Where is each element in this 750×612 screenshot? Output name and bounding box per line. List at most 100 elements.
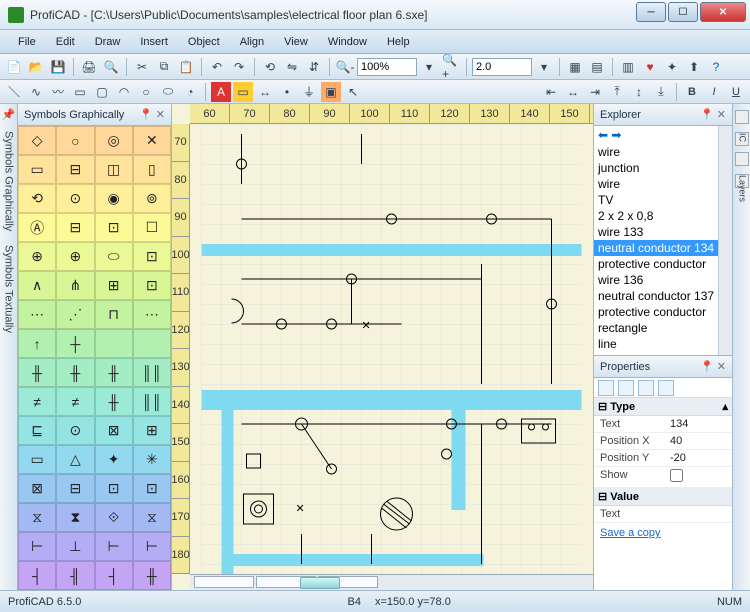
cut-icon[interactable]: ✂ bbox=[132, 57, 152, 77]
polyline-icon[interactable]: ∿ bbox=[26, 82, 46, 102]
prop-value[interactable]: -20 bbox=[666, 450, 732, 466]
dim-icon[interactable]: ↔ bbox=[255, 82, 275, 102]
list-item[interactable]: wire bbox=[594, 144, 732, 160]
menu-align[interactable]: Align bbox=[230, 32, 274, 52]
tab-ic[interactable]: IC bbox=[735, 132, 749, 146]
pin-icon[interactable]: 📌 bbox=[2, 108, 16, 121]
export-icon[interactable]: ⬆ bbox=[684, 57, 704, 77]
nav-arrows[interactable]: ⬅ ➡ bbox=[594, 126, 732, 144]
list-item[interactable]: protective conductor bbox=[594, 304, 732, 320]
prop-icon[interactable] bbox=[638, 380, 654, 396]
list-item-selected[interactable]: neutral conductor 134 bbox=[594, 240, 732, 256]
horizontal-scrollbar[interactable] bbox=[190, 574, 593, 590]
prop-checkbox[interactable] bbox=[666, 467, 732, 487]
ellipse-icon[interactable]: ⬭ bbox=[158, 82, 178, 102]
print-icon[interactable]: 🖨 bbox=[79, 57, 99, 77]
arc-icon[interactable]: ◠ bbox=[114, 82, 134, 102]
ground-icon[interactable]: ⏚ bbox=[299, 82, 319, 102]
label-icon[interactable]: ▭ bbox=[233, 82, 253, 102]
zoom-dropdown-icon[interactable]: ▾ bbox=[419, 57, 439, 77]
align-left-icon[interactable]: ⇤ bbox=[541, 82, 561, 102]
scroll-thumb[interactable] bbox=[300, 577, 340, 589]
palette-pin-icon[interactable]: 📍 bbox=[139, 108, 153, 121]
step-dropdown-icon[interactable]: ▾ bbox=[534, 57, 554, 77]
list-item[interactable]: junction bbox=[594, 160, 732, 176]
explorer-list[interactable]: ⬅ ➡ wire junction wire TV 2 x 2 x 0,8 wi… bbox=[594, 126, 732, 355]
prop-close-icon[interactable]: ✕ bbox=[717, 360, 726, 373]
under-icon[interactable]: U bbox=[726, 82, 746, 102]
curve-icon[interactable]: 〰 bbox=[48, 82, 68, 102]
list-item[interactable]: TV bbox=[594, 192, 732, 208]
menu-view[interactable]: View bbox=[274, 32, 318, 52]
align-top-icon[interactable]: ⤒ bbox=[607, 82, 627, 102]
redo-icon[interactable]: ↷ bbox=[229, 57, 249, 77]
pie-icon[interactable]: ◔ bbox=[180, 82, 200, 102]
undo-icon[interactable]: ↶ bbox=[207, 57, 227, 77]
tab-layers[interactable]: Layers bbox=[735, 174, 749, 188]
star-icon[interactable]: ✦ bbox=[662, 57, 682, 77]
flip-v-icon[interactable]: ⇵ bbox=[304, 57, 324, 77]
close-button[interactable]: ✕ bbox=[700, 2, 746, 22]
menu-draw[interactable]: Draw bbox=[85, 32, 131, 52]
line-icon[interactable]: ＼ bbox=[4, 82, 24, 102]
list-item[interactable]: wire bbox=[594, 176, 732, 192]
list-item[interactable]: line bbox=[594, 336, 732, 352]
bold-icon[interactable]: B bbox=[682, 82, 702, 102]
select-icon[interactable]: ▣ bbox=[321, 82, 341, 102]
list-item[interactable]: wire 136 bbox=[594, 272, 732, 288]
italic-icon[interactable]: I bbox=[704, 82, 724, 102]
preview-icon[interactable]: 🔍 bbox=[101, 57, 121, 77]
circle-icon[interactable]: ○ bbox=[136, 82, 156, 102]
layers-icon[interactable]: ▥ bbox=[618, 57, 638, 77]
section-type[interactable]: ⊟ Type▴ bbox=[594, 398, 732, 416]
roundrect-icon[interactable]: ▢ bbox=[92, 82, 112, 102]
symbol-grid[interactable]: ◇○◎✕ ▭⊟◫▯ ⟲⊙◉⊚ Ⓐ⊟⊡☐ ⊕⊕⬭⊡ ∧⋔⊞⊡ ⋯⋰⊓⋯ ↑┼ ╫╫… bbox=[18, 126, 171, 590]
explorer-close-icon[interactable]: ✕ bbox=[717, 108, 726, 121]
palette-close-icon[interactable]: ✕ bbox=[156, 108, 165, 121]
list-item[interactable]: rectangle bbox=[594, 320, 732, 336]
rotate-icon[interactable]: ⟲ bbox=[260, 57, 280, 77]
section-value[interactable]: ⊟ Value bbox=[594, 488, 732, 506]
page-tab[interactable] bbox=[194, 576, 254, 588]
align-center-icon[interactable]: ↔ bbox=[563, 82, 583, 102]
list-item[interactable]: protective conductor bbox=[594, 256, 732, 272]
align-mid-icon[interactable]: ↕ bbox=[629, 82, 649, 102]
align-bot-icon[interactable]: ⤓ bbox=[651, 82, 671, 102]
flip-h-icon[interactable]: ⇋ bbox=[282, 57, 302, 77]
prop-pin-icon[interactable]: 📍 bbox=[700, 360, 714, 373]
drawing-area[interactable]: ✕ ✕ bbox=[190, 124, 593, 574]
menu-window[interactable]: Window bbox=[318, 32, 377, 52]
prop-value[interactable] bbox=[666, 506, 732, 522]
align-right-icon[interactable]: ⇥ bbox=[585, 82, 605, 102]
zoom-input[interactable] bbox=[357, 58, 417, 76]
list-item[interactable]: wire 133 bbox=[594, 224, 732, 240]
prop-value[interactable]: 134 bbox=[666, 416, 732, 432]
help-icon[interactable]: ? bbox=[706, 57, 726, 77]
minimize-button[interactable]: ─ bbox=[636, 2, 666, 22]
paste-icon[interactable]: 📋 bbox=[176, 57, 196, 77]
heart-icon[interactable]: ♥ bbox=[640, 57, 660, 77]
drawing-canvas[interactable]: 60708090100110120130140150 7080901001101… bbox=[172, 104, 594, 590]
list-item[interactable]: 2 x 2 x 0,8 bbox=[594, 208, 732, 224]
menu-object[interactable]: Object bbox=[178, 32, 230, 52]
explorer-pin-icon[interactable]: 📍 bbox=[700, 108, 714, 121]
step-input[interactable] bbox=[472, 58, 532, 76]
copy-icon[interactable]: ⧉ bbox=[154, 57, 174, 77]
menu-edit[interactable]: Edit bbox=[46, 32, 85, 52]
list-item[interactable]: neutral conductor 137 bbox=[594, 288, 732, 304]
tab-symbols-graphically[interactable]: Symbols Graphically bbox=[3, 127, 15, 235]
collapse-icon[interactable]: ▴ bbox=[722, 400, 728, 413]
text-icon[interactable]: A bbox=[211, 82, 231, 102]
open-icon[interactable]: 📂 bbox=[26, 57, 46, 77]
prop-icon[interactable] bbox=[658, 380, 674, 396]
menu-insert[interactable]: Insert bbox=[130, 32, 178, 52]
tab-ic-icon[interactable] bbox=[735, 110, 749, 124]
pointer-icon[interactable]: ↖ bbox=[343, 82, 363, 102]
zoom-in-icon[interactable]: 🔍+ bbox=[441, 57, 461, 77]
menu-help[interactable]: Help bbox=[377, 32, 420, 52]
rect-icon[interactable]: ▭ bbox=[70, 82, 90, 102]
maximize-button[interactable]: ☐ bbox=[668, 2, 698, 22]
save-copy-link[interactable]: Save a copy bbox=[594, 523, 732, 543]
doc-icon[interactable]: ▤ bbox=[587, 57, 607, 77]
node-icon[interactable]: • bbox=[277, 82, 297, 102]
